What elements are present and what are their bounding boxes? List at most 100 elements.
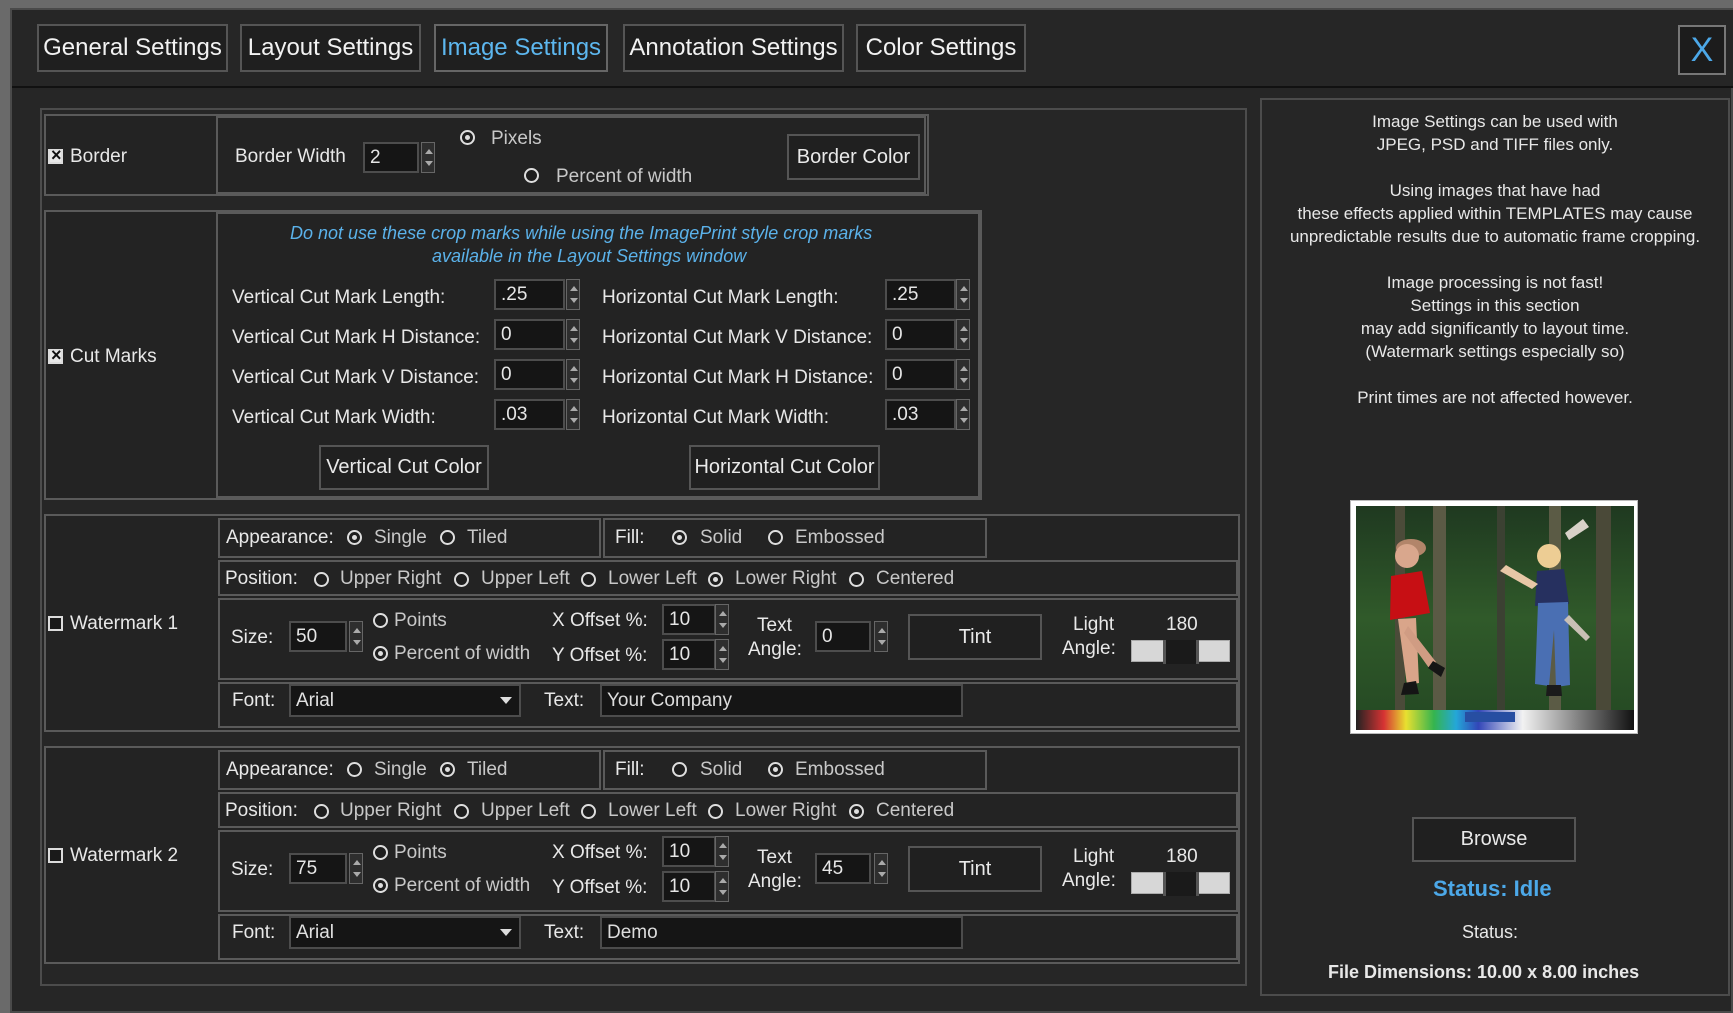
vertical-cut-mark-v-distance-input[interactable]: 0 xyxy=(494,359,565,390)
tab-image-settings[interactable]: Image Settings xyxy=(434,24,608,72)
horizontal-cut-mark-length-input[interactable]: .25 xyxy=(885,279,956,310)
watermark2-single-radio[interactable] xyxy=(347,762,362,777)
vertical-cut-mark-width-input[interactable]: .03 xyxy=(494,399,565,430)
watermark1-text-angle-label-top: Text xyxy=(757,615,792,636)
watermark2-upper-left-label: Upper Left xyxy=(481,800,570,821)
watermark2-text-angle-input[interactable]: 45 xyxy=(815,853,871,884)
vertical-cut-mark-length-spinner[interactable] xyxy=(566,279,580,310)
watermark1-size-input[interactable]: 50 xyxy=(289,621,347,652)
watermark2-text-angle-label-top: Text xyxy=(757,847,792,868)
watermark1-size-spinner[interactable] xyxy=(349,621,363,652)
horizontal-cut-mark-h-distance-spinner[interactable] xyxy=(956,359,970,390)
tab-layout-settings[interactable]: Layout Settings xyxy=(240,24,421,72)
watermark1-tint-button[interactable]: Tint xyxy=(908,614,1042,660)
watermark1-checkbox[interactable] xyxy=(48,615,63,637)
watermark2-centered-label: Centered xyxy=(876,800,955,821)
watermark1-centered-radio[interactable] xyxy=(849,572,864,587)
watermark1-points-label: Points xyxy=(394,610,447,631)
watermark2-size-spinner[interactable] xyxy=(349,853,363,884)
tab-annotation-settings[interactable]: Annotation Settings xyxy=(623,24,844,72)
watermark1-lower-right-radio[interactable] xyxy=(708,572,723,587)
watermark1-text-angle-spinner[interactable] xyxy=(874,621,888,652)
border-width-input[interactable]: 2 xyxy=(363,142,419,173)
watermark2-light-angle-slider[interactable] xyxy=(1131,872,1230,896)
vertical-cut-mark-h-distance-input[interactable]: 0 xyxy=(494,319,565,350)
horizontal-cut-mark-h-distance-label: Horizontal Cut Mark H Distance: xyxy=(602,367,874,388)
watermark2-lower-left-radio[interactable] xyxy=(581,804,596,819)
watermark1-y-offset-label: Y Offset %: xyxy=(552,645,648,666)
watermark1-y-offset-spinner[interactable] xyxy=(715,639,729,670)
watermark1-x-offset-spinner[interactable] xyxy=(715,604,729,635)
watermark2-font-dropdown[interactable]: Arial xyxy=(289,916,521,949)
watermark2-upper-right-radio[interactable] xyxy=(314,804,329,819)
vertical-cut-mark-length-input[interactable]: .25 xyxy=(494,279,565,310)
watermark1-single-radio[interactable] xyxy=(347,530,362,545)
vertical-cut-color-button[interactable]: Vertical Cut Color xyxy=(319,445,489,490)
watermark1-embossed-radio[interactable] xyxy=(768,530,783,545)
border-width-spinner[interactable] xyxy=(421,142,435,173)
watermark2-text-angle-spinner[interactable] xyxy=(874,853,888,884)
watermark2-centered-radio[interactable] xyxy=(849,804,864,819)
watermark1-light-angle-slider[interactable] xyxy=(1131,640,1230,664)
crop-marks-notice-line2: available in the Layout Settings window xyxy=(432,246,747,266)
watermark1-text-angle-input[interactable]: 0 xyxy=(815,621,871,652)
horizontal-cut-mark-v-distance-input[interactable]: 0 xyxy=(885,319,956,350)
tab-color-settings[interactable]: Color Settings xyxy=(856,24,1026,72)
cut-marks-checkbox-label: Cut Marks xyxy=(70,346,157,367)
info-line: Image Settings can be used with xyxy=(1372,112,1618,131)
horizontal-cut-mark-width-spinner[interactable] xyxy=(956,399,970,430)
pixels-radio[interactable] xyxy=(460,130,475,145)
watermark2-checkbox[interactable] xyxy=(48,847,63,869)
watermark2-percent-radio[interactable] xyxy=(373,878,388,893)
watermark1-appearance-label: Appearance: xyxy=(226,527,334,548)
cut-marks-checkbox[interactable] xyxy=(48,345,63,370)
horizontal-cut-mark-width-label: Horizontal Cut Mark Width: xyxy=(602,407,830,428)
watermark2-y-offset-spinner[interactable] xyxy=(715,871,729,902)
watermark1-solid-radio[interactable] xyxy=(672,530,687,545)
horizontal-cut-mark-h-distance-input[interactable]: 0 xyxy=(885,359,956,390)
checkbox-checked-icon xyxy=(48,345,63,366)
watermark2-upper-left-radio[interactable] xyxy=(454,804,469,819)
watermark1-font-dropdown[interactable]: Arial xyxy=(289,684,521,717)
watermark1-x-offset-input[interactable]: 10 xyxy=(662,604,716,635)
watermark1-upper-left-radio[interactable] xyxy=(454,572,469,587)
close-button[interactable]: X xyxy=(1678,25,1726,75)
watermark2-points-radio[interactable] xyxy=(373,845,388,860)
watermark1-upper-right-radio[interactable] xyxy=(314,572,329,587)
watermark2-solid-radio[interactable] xyxy=(672,762,687,777)
tab-general-settings[interactable]: General Settings xyxy=(37,24,228,72)
horizontal-cut-mark-length-spinner[interactable] xyxy=(956,279,970,310)
browse-button[interactable]: Browse xyxy=(1412,817,1576,862)
slider-thumb[interactable] xyxy=(1163,872,1199,896)
watermark2-font-value: Arial xyxy=(296,921,335,943)
vertical-cut-mark-h-distance-spinner[interactable] xyxy=(566,319,580,350)
border-checkbox[interactable] xyxy=(48,145,63,170)
watermark2-size-input[interactable]: 75 xyxy=(289,853,347,884)
watermark2-y-offset-label: Y Offset %: xyxy=(552,877,648,898)
watermark1-y-offset-input[interactable]: 10 xyxy=(662,639,716,670)
horizontal-cut-color-button[interactable]: Horizontal Cut Color xyxy=(689,445,880,490)
watermark2-tint-button[interactable]: Tint xyxy=(908,846,1042,892)
watermark1-lower-left-radio[interactable] xyxy=(581,572,596,587)
watermark2-text-input[interactable]: Demo xyxy=(600,916,963,949)
watermark2-text-label: Text: xyxy=(544,922,585,943)
vertical-cut-mark-v-distance-spinner[interactable] xyxy=(566,359,580,390)
vertical-cut-mark-width-spinner[interactable] xyxy=(566,399,580,430)
border-color-button[interactable]: Border Color xyxy=(787,134,920,180)
watermark1-points-radio[interactable] xyxy=(373,613,388,628)
info-line: Image processing is not fast! xyxy=(1386,273,1604,292)
slider-thumb[interactable] xyxy=(1163,640,1199,664)
watermark1-text-input[interactable]: Your Company xyxy=(600,684,963,717)
watermark2-embossed-radio[interactable] xyxy=(768,762,783,777)
horizontal-cut-mark-width-input[interactable]: .03 xyxy=(885,399,956,430)
watermark2-x-offset-spinner[interactable] xyxy=(715,836,729,867)
watermark2-x-offset-input[interactable]: 10 xyxy=(662,836,716,867)
horizontal-cut-mark-v-distance-spinner[interactable] xyxy=(956,319,970,350)
watermark2-y-offset-input[interactable]: 10 xyxy=(662,871,716,902)
watermark2-lower-right-radio[interactable] xyxy=(708,804,723,819)
watermark2-tiled-radio[interactable] xyxy=(440,762,455,777)
percent-of-width-radio[interactable] xyxy=(524,168,539,183)
watermark1-tiled-radio[interactable] xyxy=(440,530,455,545)
watermark1-tiled-label: Tiled xyxy=(467,527,508,548)
watermark1-percent-radio[interactable] xyxy=(373,646,388,661)
